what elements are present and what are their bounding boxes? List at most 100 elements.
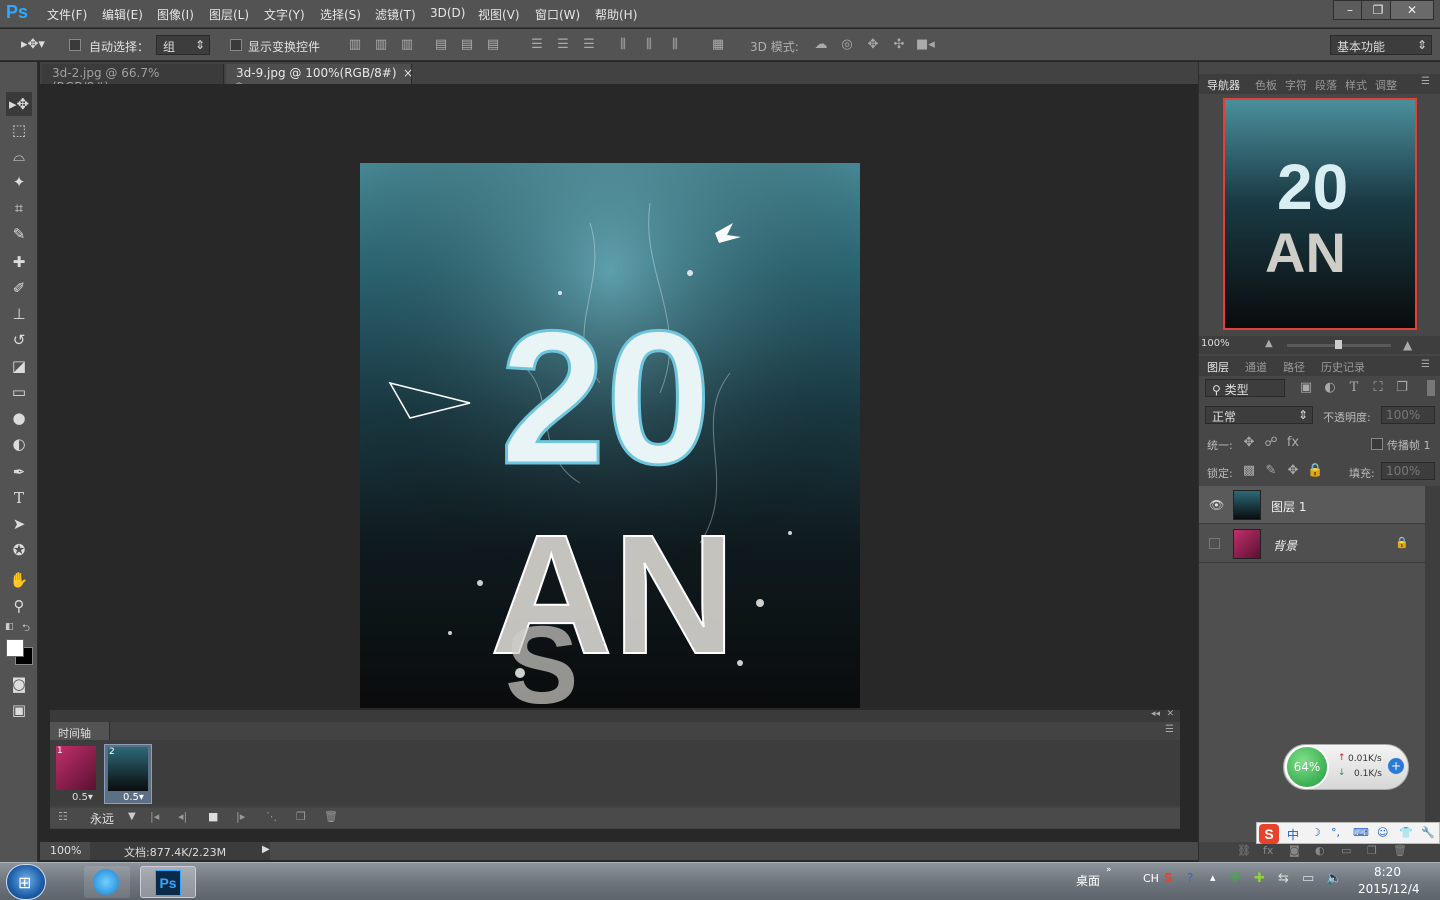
filter-toggle[interactable] — [1427, 380, 1435, 396]
menu-view[interactable]: 视图(V) — [478, 6, 520, 23]
filter-smart-object-icon[interactable]: ❐ — [1395, 380, 1409, 396]
loop-dropdown[interactable]: 永远 — [90, 810, 114, 827]
distribute-left-icon[interactable]: ⫼ — [616, 37, 630, 53]
previous-frame-icon[interactable]: ◂| — [178, 810, 187, 823]
delete-frame-icon[interactable]: 🗑 — [324, 810, 338, 823]
status-menu-arrow-icon[interactable]: ▶ — [262, 844, 270, 855]
distribute-hcenter-icon[interactable]: ⫼ — [642, 37, 656, 53]
convert-timeline-icon[interactable]: ☷ — [58, 810, 68, 823]
align-left-icon[interactable]: ▤ — [434, 37, 448, 53]
timeline-frame-1[interactable]: 1 0.5▾ — [54, 744, 98, 804]
move-tool-preset-icon[interactable]: ▸✥▾ — [20, 37, 46, 53]
layers-scrollbar[interactable] — [1425, 486, 1440, 842]
layer-row[interactable]: 背景 🔒 — [1199, 525, 1425, 563]
ime-language[interactable]: 中 — [1287, 826, 1299, 843]
tab-timeline[interactable]: 时间轴 — [50, 722, 110, 740]
skin-icon[interactable]: 👕 — [1399, 826, 1413, 839]
lock-position-icon[interactable]: ✥ — [1285, 463, 1301, 479]
network-speed-widget[interactable]: 64% ↑ 0.01K/s ↓ 0.1K/s + — [1283, 744, 1409, 790]
tab-layers[interactable]: 图层 — [1207, 359, 1229, 375]
hand-tool-icon[interactable]: ✋ — [6, 568, 32, 592]
close-panel-icon[interactable]: ✕ — [1166, 709, 1174, 719]
layer-style-icon[interactable]: fx — [1263, 844, 1273, 857]
unify-visibility-icon[interactable]: ☍ — [1263, 435, 1279, 451]
gradient-tool-icon[interactable]: ▭ — [6, 380, 32, 404]
layer-row[interactable]: 👁 图层 1 — [1199, 486, 1425, 524]
security-icon[interactable]: ✚ — [1254, 871, 1265, 886]
brush-tool-icon[interactable]: ✐ — [6, 276, 32, 300]
menu-help[interactable]: 帮助(H) — [595, 6, 637, 23]
marquee-tool-icon[interactable]: ⬚ — [6, 118, 32, 142]
quick-mask-icon[interactable]: ◙ — [6, 672, 32, 696]
workspace-dropdown[interactable]: 基本功能 ⇕ — [1330, 35, 1432, 55]
tab-3d-9[interactable]: 3d-9.jpg @ 100%(RGB/8#) * × — [226, 64, 413, 94]
next-frame-icon[interactable]: |▸ — [236, 810, 245, 823]
sogou-tray-icon[interactable]: S — [1164, 871, 1173, 885]
auto-select-checkbox[interactable] — [69, 39, 81, 51]
navigator-preview[interactable]: 20 AN — [1223, 98, 1417, 330]
new-layer-icon[interactable]: ❐ — [1367, 844, 1377, 857]
navigator-zoom[interactable]: 100% — [1201, 338, 1230, 349]
tab-paths[interactable]: 路径 — [1283, 359, 1305, 375]
frame-delay[interactable]: 0.5▾ — [72, 792, 93, 803]
panel-menu-icon[interactable]: ☰ — [1421, 76, 1430, 87]
3d-roll-icon[interactable]: ◎ — [838, 37, 856, 53]
propagate-frame-checkbox[interactable] — [1371, 438, 1383, 450]
taskbar-browser[interactable] — [84, 866, 130, 898]
align-top-icon[interactable]: ▥ — [348, 37, 362, 53]
zoom-level[interactable]: 100% — [50, 844, 81, 857]
distribute-bottom-icon[interactable]: ☰ — [582, 37, 596, 53]
tab-3d-2[interactable]: 3d-2.jpg @ 66.7%(RGB/8#) × — [42, 64, 243, 94]
stop-icon[interactable]: ■ — [208, 810, 218, 823]
zoom-slider-thumb[interactable] — [1335, 340, 1342, 349]
new-adjustment-icon[interactable]: ◐ — [1315, 844, 1325, 857]
desktop-toolbar-label[interactable]: 桌面 — [1076, 872, 1100, 889]
taskbar-photoshop[interactable]: Ps — [140, 866, 196, 898]
tab-channels[interactable]: 通道 — [1245, 359, 1267, 375]
layer-name[interactable]: 背景 — [1273, 537, 1297, 554]
blend-mode-dropdown[interactable]: 正常 ⇕ — [1205, 406, 1313, 424]
menu-3d[interactable]: 3D(D) — [430, 6, 465, 20]
custom-shape-tool-icon[interactable]: ✪ — [6, 538, 32, 562]
lock-pixels-icon[interactable]: ✎ — [1263, 463, 1279, 479]
punctuation-icon[interactable]: °, — [1331, 826, 1340, 839]
auto-align-icon[interactable]: ▦ — [710, 37, 726, 53]
add-mask-icon[interactable]: ◙ — [1289, 844, 1300, 857]
tab-history[interactable]: 历史记录 — [1321, 359, 1365, 375]
zoom-tool-icon[interactable]: ⚲ — [6, 594, 32, 618]
menu-filter[interactable]: 滤镜(T) — [375, 6, 416, 23]
menu-file[interactable]: 文件(F) — [47, 6, 87, 23]
default-colors-icon[interactable]: ◧ — [5, 622, 14, 632]
pen-tool-icon[interactable]: ✒ — [6, 460, 32, 484]
lasso-tool-icon[interactable]: ⌓ — [6, 144, 32, 168]
first-frame-icon[interactable]: |◂ — [150, 810, 159, 823]
unify-position-icon[interactable]: ✥ — [1241, 435, 1257, 451]
lock-all-icon[interactable]: 🔒 — [1307, 463, 1323, 479]
magic-wand-tool-icon[interactable]: ✦ — [6, 170, 32, 194]
fill-input[interactable]: 100% — [1381, 462, 1435, 480]
screen-mode-icon[interactable]: ▣ — [6, 698, 32, 722]
zoom-in-icon[interactable]: ▲ — [1403, 338, 1412, 352]
keyboard-icon[interactable]: ⌨ — [1353, 826, 1369, 839]
timeline-frame-2[interactable]: 2 0.5▾ — [104, 744, 152, 804]
panel-menu-icon[interactable]: ☰ — [1165, 724, 1174, 735]
tab-close-icon[interactable]: × — [403, 66, 413, 80]
plus-icon[interactable]: + — [1388, 758, 1404, 774]
close-window-button[interactable]: ✕ — [1390, 0, 1434, 20]
tween-icon[interactable]: ⋱ — [266, 810, 277, 823]
tab-adjustments[interactable]: 调整 — [1375, 77, 1397, 93]
menu-select[interactable]: 选择(S) — [320, 6, 361, 23]
display-icon[interactable]: ▭ — [1302, 871, 1314, 886]
clock-date[interactable]: 2015/12/4 — [1358, 882, 1420, 896]
eyedropper-tool-icon[interactable]: ✎ — [6, 222, 32, 246]
start-button[interactable]: ⊞ — [6, 864, 46, 900]
visibility-toggle[interactable] — [1209, 538, 1220, 549]
input-language[interactable]: CH — [1143, 872, 1159, 885]
align-bottom-icon[interactable]: ▥ — [400, 37, 414, 53]
toolbar-expand-icon[interactable]: » — [1106, 865, 1112, 875]
align-right-icon[interactable]: ▤ — [486, 37, 500, 53]
opacity-input[interactable]: 100% — [1381, 406, 1435, 424]
blur-tool-icon[interactable]: ● — [6, 406, 32, 430]
clone-stamp-tool-icon[interactable]: ⊥ — [6, 302, 32, 326]
new-group-icon[interactable]: ▭ — [1341, 844, 1351, 857]
